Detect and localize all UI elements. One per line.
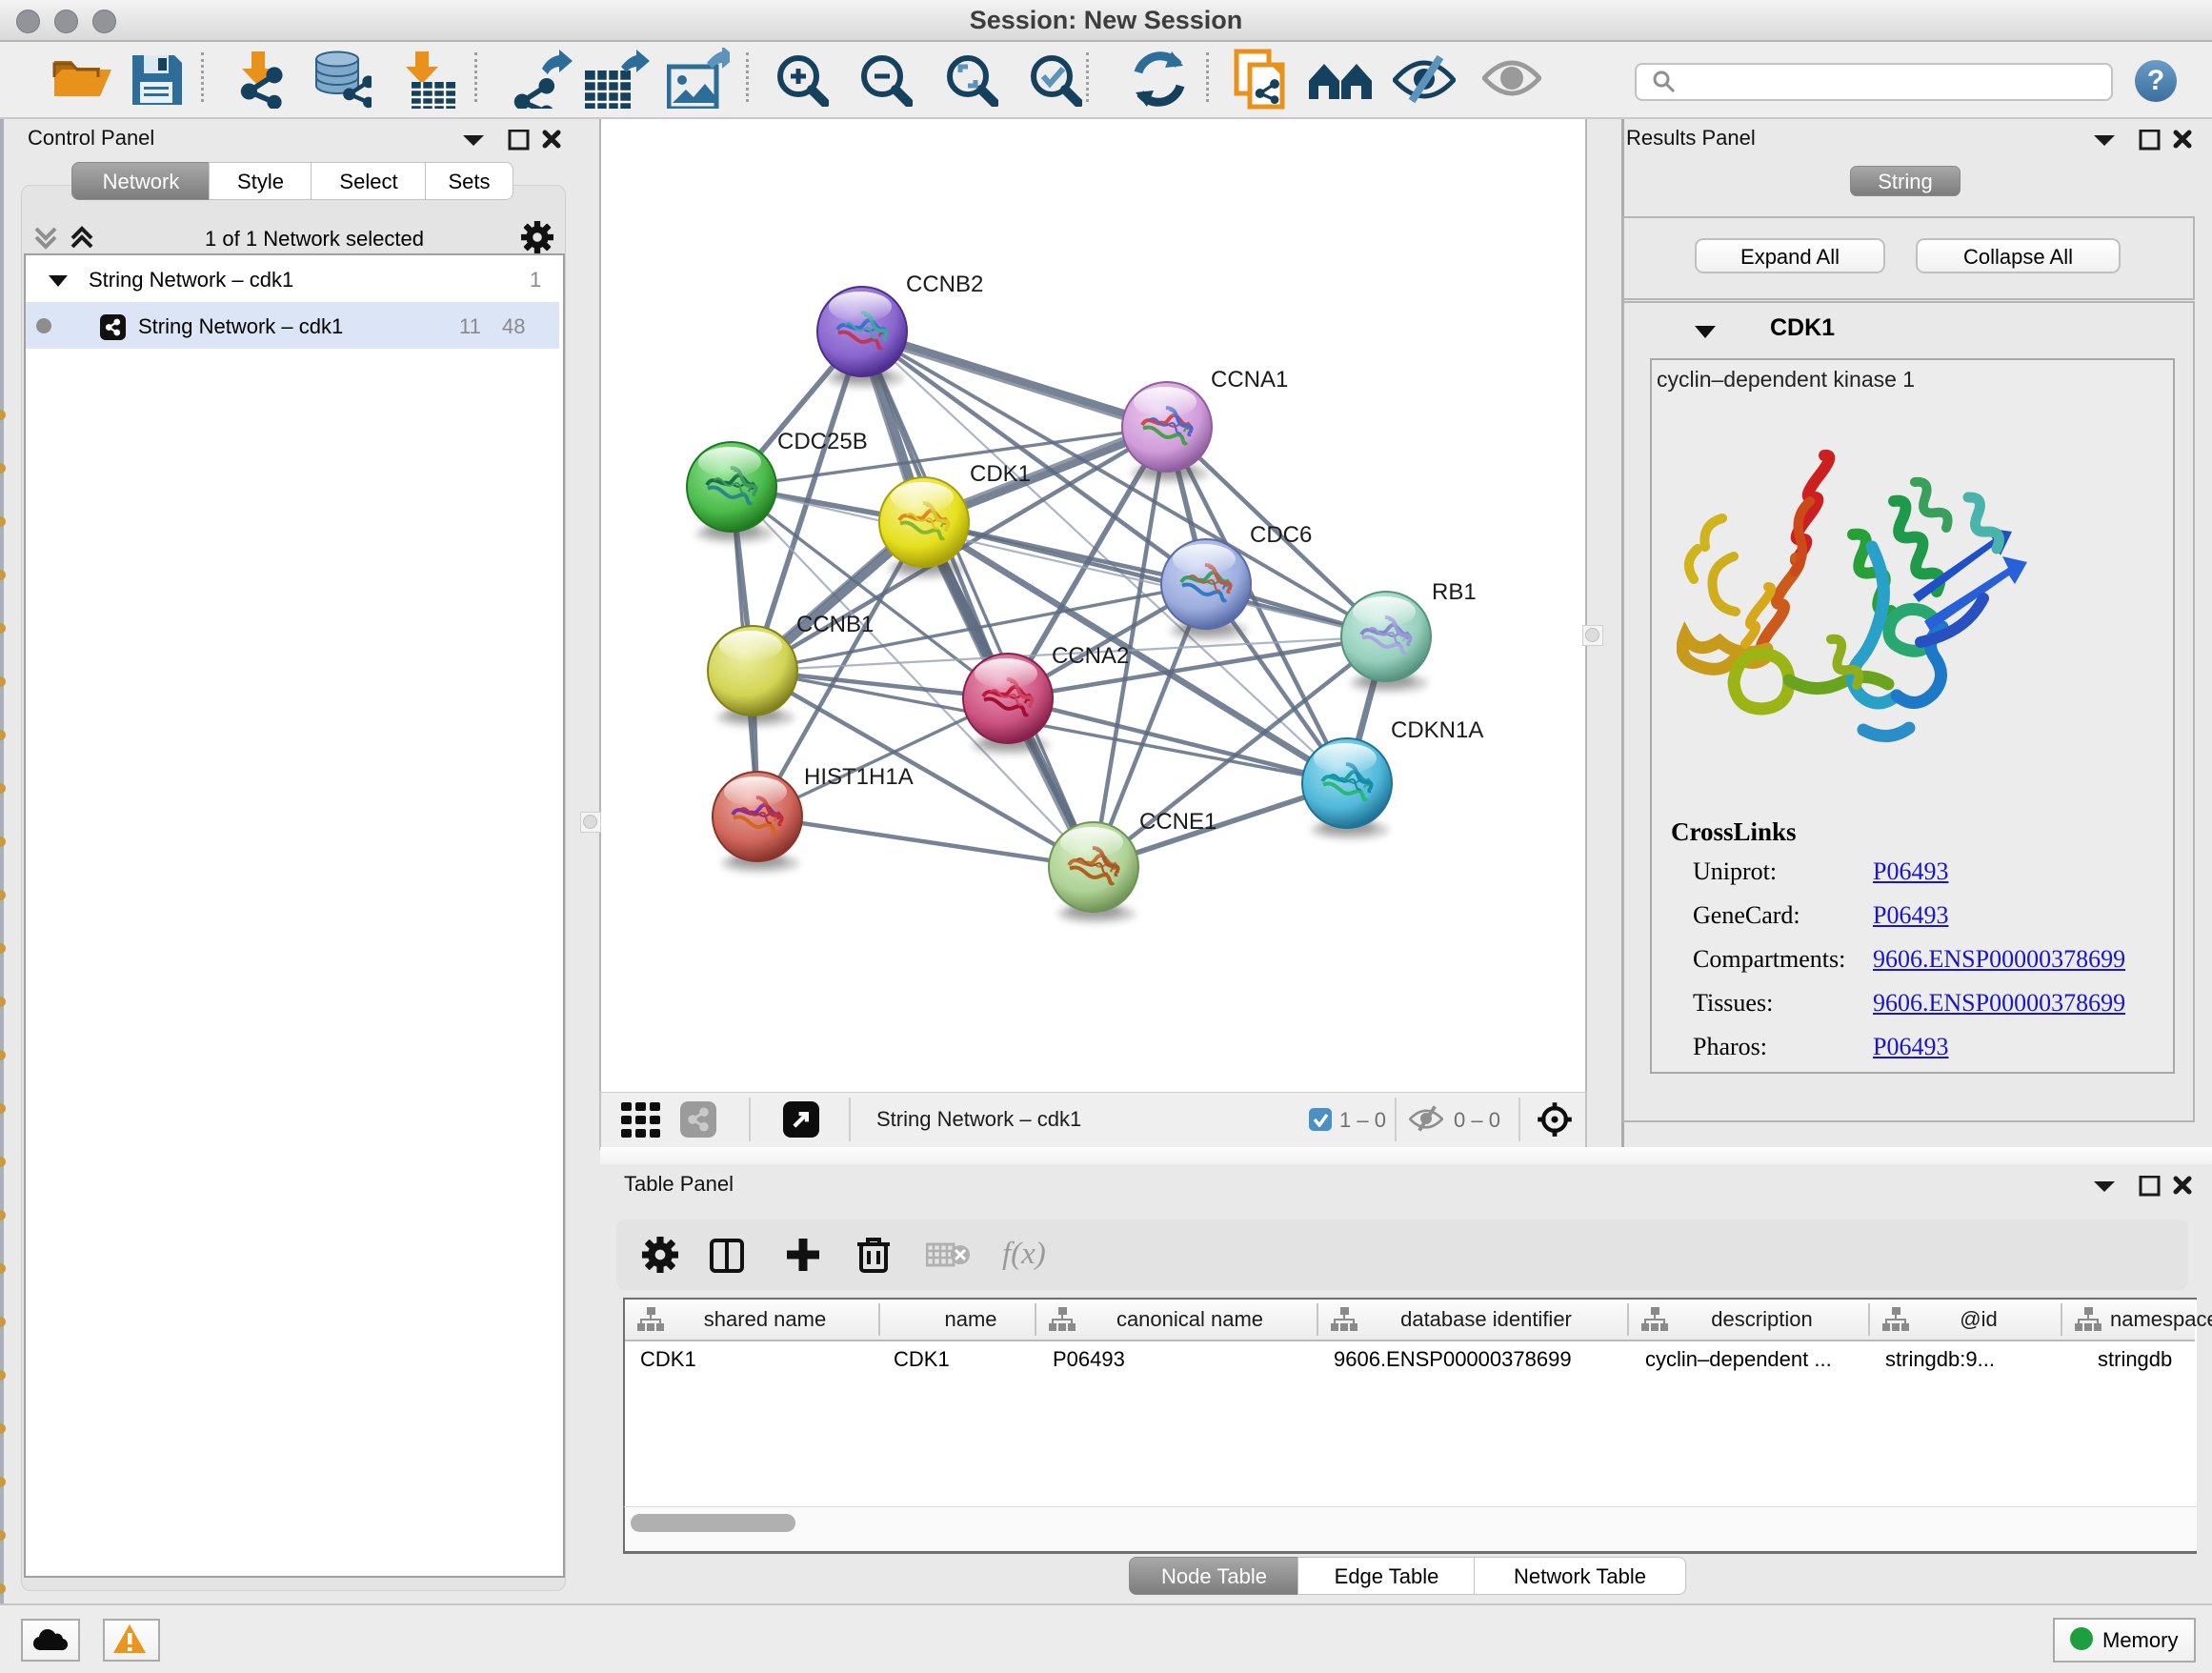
svg-text:CCNA1: CCNA1 [1211, 367, 1288, 393]
svg-text:CCNA2: CCNA2 [1052, 643, 1129, 669]
svg-text:HIST1H1A: HIST1H1A [804, 764, 914, 790]
svg-text:CCNE1: CCNE1 [1139, 809, 1217, 835]
svg-text:CDC25B: CDC25B [777, 429, 868, 454]
svg-text:RB1: RB1 [1432, 579, 1477, 605]
svg-text:CCNB2: CCNB2 [906, 272, 983, 297]
svg-text:CCNB1: CCNB1 [796, 612, 874, 637]
svg-text:CDKN1A: CDKN1A [1391, 717, 1483, 743]
svg-text:CDK1: CDK1 [970, 461, 1031, 487]
svg-text:CDC6: CDC6 [1250, 522, 1312, 548]
